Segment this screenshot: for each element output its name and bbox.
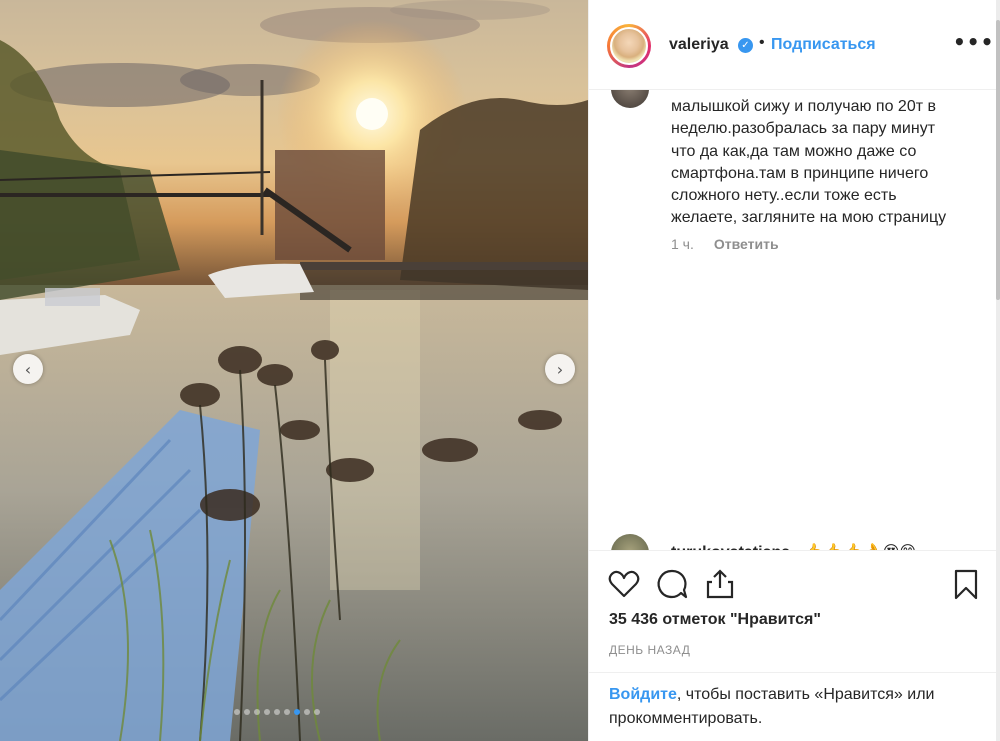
carousel-next-button[interactable]: › (545, 354, 575, 384)
comment-icon[interactable] (655, 567, 689, 601)
carousel-prev-button[interactable]: ‹ (13, 354, 43, 384)
commenter-avatar[interactable] (611, 90, 649, 108)
carousel-dots (234, 709, 320, 715)
login-text: Войдите, чтобы поставить «Нравится» или … (609, 683, 989, 731)
carousel-dot-active (294, 709, 300, 715)
post-actions: 35 436 отметок "Нравится" ДЕНЬ НАЗАД (589, 550, 1000, 672)
share-icon[interactable] (703, 567, 737, 601)
comment-time: 1 ч. (671, 236, 694, 252)
comment-text: 👍👍👍👌😍😁 (803, 542, 916, 550)
reply-button[interactable]: Ответить (714, 236, 779, 252)
commenter-avatar[interactable] (611, 534, 649, 550)
post-time: ДЕНЬ НАЗАД (609, 643, 691, 657)
carousel-dot (274, 709, 280, 715)
likes-count[interactable]: 35 436 отметок "Нравится" (609, 611, 821, 629)
chevron-left-icon: ‹ (24, 359, 32, 379)
carousel-dot (304, 709, 310, 715)
carousel-dot (254, 709, 260, 715)
carousel-dot (244, 709, 250, 715)
comment-text: малышкой сижу и получаю по 20т в неделю.… (671, 98, 947, 227)
carousel-dot (234, 709, 240, 715)
author-username[interactable]: valeriya (669, 36, 729, 54)
scrollbar-thumb[interactable] (996, 20, 1000, 300)
page-scrollbar[interactable] (996, 0, 1000, 741)
post-photo[interactable]: ‹ › (0, 0, 588, 741)
author-avatar[interactable] (607, 24, 651, 68)
login-link[interactable]: Войдите (609, 686, 677, 703)
chevron-right-icon: › (556, 359, 564, 379)
separator-dot: • (759, 34, 765, 51)
sunset-lake-image (0, 0, 588, 741)
comment-meta: 1 ч. Ответить (671, 236, 779, 252)
carousel-dot (284, 709, 290, 715)
post-header: valeriya ✓ • Подписаться ••• (589, 0, 1000, 90)
verified-badge-icon: ✓ (738, 38, 753, 53)
login-prompt: Войдите, чтобы поставить «Нравится» или … (589, 672, 1000, 741)
comment-item: turukovatatiana 👍👍👍👌😍😁 (589, 530, 1000, 550)
bookmark-icon[interactable] (949, 567, 983, 601)
carousel-dot (264, 709, 270, 715)
post-sidebar: valeriya ✓ • Подписаться ••• малышкой си… (588, 0, 1000, 741)
heart-icon[interactable] (607, 567, 641, 601)
carousel-dot (314, 709, 320, 715)
more-options-icon[interactable]: ••• (953, 30, 994, 54)
follow-button[interactable]: Подписаться (771, 36, 876, 54)
comments-list[interactable]: малышкой сижу и получаю по 20т в неделю.… (589, 90, 1000, 550)
